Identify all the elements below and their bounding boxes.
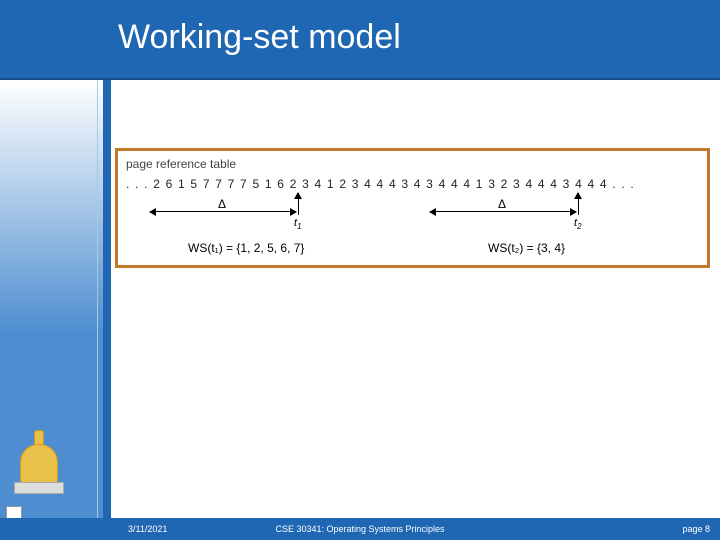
title-bar-underline [0, 78, 720, 80]
t2-label: t2 [574, 217, 582, 231]
page-reference-string: . . . 2 6 1 5 7 7 7 7 5 1 6 2 3 4 1 2 3 … [126, 177, 703, 191]
delta-label-2: Δ [498, 197, 506, 211]
side-column [103, 0, 111, 540]
slide: Working-set model page reference table .… [0, 0, 720, 540]
footer-course: CSE 30341: Operating Systems Principles [0, 524, 720, 534]
university-logo [8, 422, 68, 502]
ws-t1-value: WS(t₁) = {1, 2, 5, 6, 7} [188, 241, 304, 255]
logo-dome [20, 444, 58, 486]
delta-arrow-1 [150, 211, 296, 212]
footer-page: page 8 [682, 524, 710, 534]
slide-title: Working-set model [118, 18, 401, 57]
delta-label-1: Δ [218, 197, 226, 211]
t2-marker [578, 193, 579, 215]
delta-arrow-2 [430, 211, 576, 212]
figure-container: page reference table . . . 2 6 1 5 7 7 7… [115, 148, 710, 268]
ws-t2-value: WS(t₂) = {3, 4} [488, 241, 565, 255]
t1-marker [298, 193, 299, 215]
t1-label: t1 [294, 217, 302, 231]
footer-bar: 3/11/2021 CSE 30341: Operating Systems P… [0, 518, 720, 540]
logo-base [14, 482, 64, 494]
figure-caption: page reference table [126, 157, 236, 171]
side-thin-line [97, 80, 98, 540]
